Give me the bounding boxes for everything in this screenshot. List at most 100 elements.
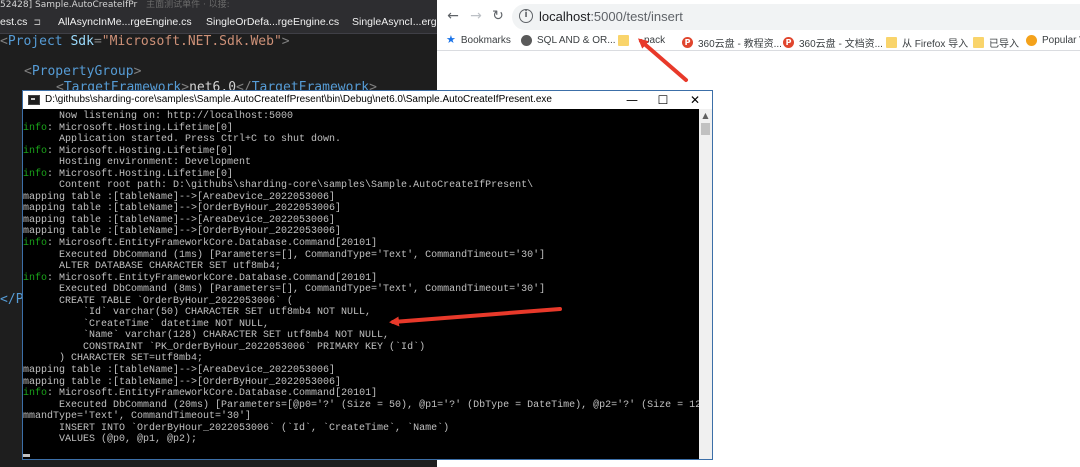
bookmark-item[interactable]: SQL AND & OR... [521,35,616,46]
scroll-thumb[interactable] [701,123,710,135]
bookmark-item[interactable]: Popular W [1026,35,1080,46]
log-text: Application started. Press Ctrl+C to shu… [23,134,342,146]
text-cursor [23,454,30,458]
xml-tag: PropertyGroup [31,64,134,79]
log-text: Content root path: D:\githubs\sharding-c… [23,180,534,192]
log-text: CREATE TABLE `OrderByHour_2022053006` ( [23,295,294,307]
bookmark-label: pack [644,35,666,46]
log-text: `CreateTime` datetime NOT NULL, [23,318,270,330]
log-level: info [23,122,48,134]
bookmark-item[interactable]: P 360云盘 - 文档资... [783,35,883,50]
console-log-line: mapping table :[tableName]-->[OrderByHou… [23,203,699,215]
ide-tab[interactable]: AllAsyncInMe...rgeEngine.cs [58,16,192,28]
ide-tab[interactable]: SingleOrDefa...rgeEngine.cs [206,16,339,28]
log-level: info [23,388,48,400]
log-text: mapping table :[tableName]-->[OrderByHou… [23,376,342,388]
log-text: Executed DbCommand (1ms) [Parameters=[],… [23,249,546,261]
bookmark-item[interactable]: P 360云盘 - 教程资... [682,35,782,50]
console-log-line: mapping table :[tableName]-->[AreaDevice… [23,192,699,204]
reload-icon[interactable]: ↻ [490,8,506,24]
console-log-line: info: Microsoft.EntityFrameworkCore.Data… [23,388,699,400]
log-text: VALUES (@p0, @p1, @p2); [23,434,198,446]
ide-title-ghost: 主面测试单件 · 以接: [146,0,230,10]
log-text: : Microsoft.Hosting.Lifetime[0] [47,122,234,134]
bookmark-label: 360云盘 - 教程资... [698,39,782,50]
console-log-line: Executed DbCommand (20ms) [Parameters=[@… [23,400,699,412]
scroll-up-icon[interactable]: ▲ [699,109,712,123]
console-title-bar[interactable]: D:\githubs\sharding-core\samples\Sample.… [23,91,712,109]
close-button[interactable]: ✕ [679,91,711,109]
console-log-line: Executed DbCommand (8ms) [Parameters=[],… [23,284,699,296]
console-log-line: `CreateTime` datetime NOT NULL, [23,319,699,331]
browser-toolbar: ← → ↻ i localhost:5000/test/insert [437,0,1080,33]
star-icon: ★ [446,34,456,46]
console-log-line: info: Microsoft.Hosting.Lifetime[0] [23,123,699,135]
xml-attr: Sdk [70,34,94,49]
console-log-line: mapping table :[tableName]-->[AreaDevice… [23,365,699,377]
folder-icon [886,37,897,48]
bookmark-label: 从 Firefox 导入 [902,39,969,50]
console-window[interactable]: D:\githubs\sharding-core\samples\Sample.… [22,90,713,460]
bookmark-item[interactable]: ★ Bookmarks [446,34,511,47]
log-level: info [23,238,48,250]
console-log-line: `Name` varchar(128) CHARACTER SET utf8mb… [23,330,699,342]
site-info-icon[interactable]: i [519,9,533,23]
bookmark-item[interactable]: pack [618,35,665,46]
bookmark-label: SQL AND & OR... [537,35,616,46]
console-scrollbar[interactable]: ▲ [699,109,712,459]
folder-icon [973,37,984,48]
ide-title-bar: 52428] Sample.AutoCreateIfPr 主面测试单件 · 以接… [0,0,437,11]
url-host: localhost [539,9,591,24]
maximize-button[interactable]: ☐ [647,91,679,109]
code-line: <PropertyGroup> [24,64,142,79]
log-text: : Microsoft.Hosting.Lifetime[0] [47,145,234,157]
console-log-line: INSERT INTO `OrderByHour_2022053006` (`I… [23,423,699,435]
ide-tab[interactable]: SingleAsyncI...ergeE [352,16,449,28]
bookmark-item[interactable]: 已导入 [973,35,1019,50]
pin-icon[interactable]: ⊐ [33,17,41,27]
360-icon: P [682,37,693,48]
console-output[interactable]: Now listening on: http://localhost:5000 i… [23,109,699,459]
log-text: `Name` varchar(128) CHARACTER SET utf8mb… [23,330,390,342]
bookmark-item[interactable]: 从 Firefox 导入 [886,35,968,50]
ide-tab[interactable]: est.cs ⊐ [0,16,41,28]
log-text: mapping table :[tableName]-->[OrderByHou… [23,203,342,215]
code-line: <Project Sdk="Microsoft.NET.Sdk.Web"> [0,34,290,49]
console-log-line: mapping table :[tableName]-->[AreaDevice… [23,215,699,227]
url-path: :5000/test/insert [590,9,683,24]
ide-tab-label: SingleAsyncI...ergeE [352,16,450,28]
log-text: ) CHARACTER SET=utf8mb4; [23,353,204,365]
log-level: info [23,168,48,180]
folder-icon [618,35,629,46]
log-text: mapping table :[tableName]-->[AreaDevice… [23,214,336,226]
forward-arrow-icon[interactable]: → [468,8,484,24]
console-log-line: ALTER DATABASE CHARACTER SET utf8mb4; [23,261,699,273]
minimize-button[interactable]: — [616,91,648,109]
console-log-line: Now listening on: http://localhost:5000 [23,111,699,123]
log-level: info [23,272,48,284]
console-log-line: Content root path: D:\githubs\sharding-c… [23,180,699,192]
bookmarks-bar: ★ Bookmarks SQL AND & OR... pack P 360云盘 -… [437,33,1080,51]
log-text: mmandType='Text', CommandTimeout='30'] [23,411,252,423]
address-bar[interactable]: i localhost:5000/test/insert [512,4,1080,30]
console-log-line: Application started. Press Ctrl+C to shu… [23,134,699,146]
log-text: ALTER DATABASE CHARACTER SET utf8mb4; [23,261,282,273]
console-log-line: info: Microsoft.Hosting.Lifetime[0] [23,169,699,181]
back-arrow-icon[interactable]: ← [445,8,461,24]
log-text: mapping table :[tableName]-->[AreaDevice… [23,365,336,377]
address-url[interactable]: localhost:5000/test/insert [539,9,683,24]
bookmark-label: 360云盘 - 文档资... [799,39,883,50]
console-log-line: VALUES (@p0, @p1, @p2); [23,434,699,446]
log-text: CONSTRAINT `PK_OrderByHour_2022053006` P… [23,341,426,353]
360-icon: P [783,37,794,48]
console-log-line: Executed DbCommand (1ms) [Parameters=[],… [23,250,699,262]
console-log-line: info: Microsoft.Hosting.Lifetime[0] [23,146,699,158]
log-text: Executed DbCommand (8ms) [Parameters=[],… [23,284,546,296]
console-log-line: mapping table :[tableName]-->[OrderByHou… [23,226,699,238]
log-text: INSERT INTO `OrderByHour_2022053006` (`I… [23,422,450,434]
ide-tab-label: AllAsyncInMe...rgeEngine.cs [58,16,192,28]
xml-tag: Project [7,34,63,49]
ide-tab-label: SingleOrDefa...rgeEngine.cs [206,16,340,28]
log-text: Now listening on: http://localhost:5000 [23,111,294,122]
log-level: info [23,145,48,157]
